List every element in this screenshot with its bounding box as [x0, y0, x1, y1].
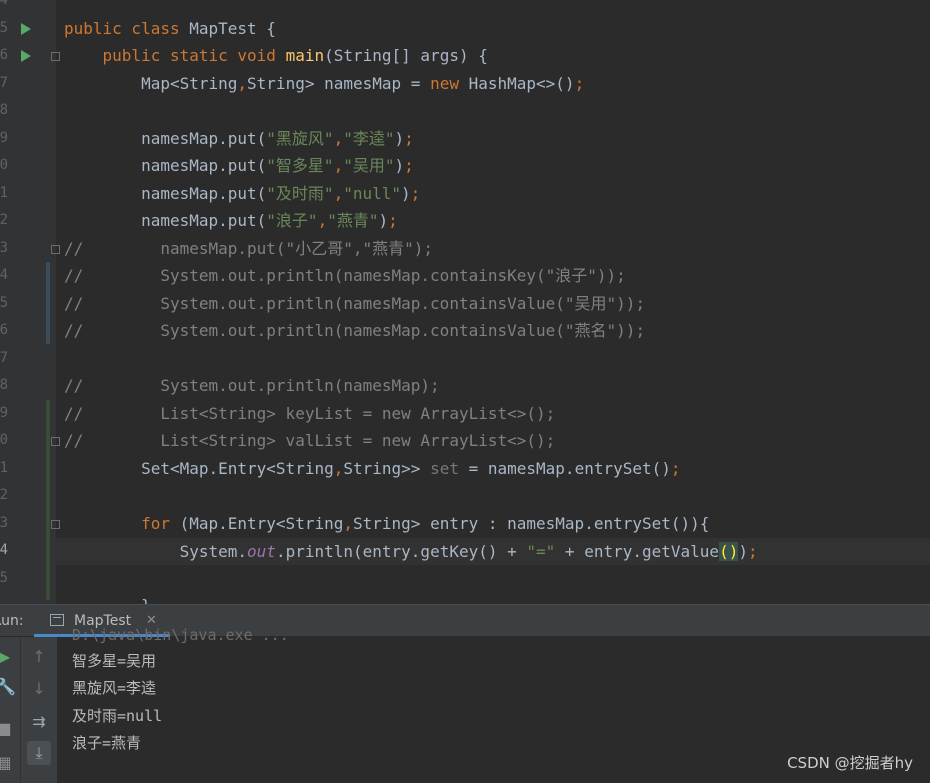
code-line: public static void main(String[] args) {: [102, 46, 488, 65]
line-number: 4: [0, 267, 8, 283]
line-number: 0: [0, 432, 8, 448]
line-number: 5: [0, 20, 8, 36]
run-label: Run:: [0, 613, 24, 629]
scroll-down-icon[interactable]: ↓: [29, 679, 49, 699]
code-line: namesMap.put("及时雨","null");: [64, 184, 421, 203]
fold-icon[interactable]: [51, 437, 60, 446]
fold-icon[interactable]: [51, 245, 60, 254]
run-class-icon[interactable]: [21, 23, 31, 35]
run-console[interactable]: ▶ 🔧 ■ ▦ ↑ ↓ ⇉ ⤓ D:\java\bin\java.exe ...…: [0, 626, 930, 783]
code-line: Set<Map.Entry<String,String>> set = name…: [64, 459, 681, 478]
code-line: for (Map.Entry<String,String> entry : na…: [141, 514, 710, 533]
line-number: 6: [0, 322, 8, 338]
console-command-line: D:\java\bin\java.exe ...: [72, 626, 289, 644]
code-line: namesMap.put("黑旋风","李逵");: [64, 129, 414, 148]
line-number: 3: [0, 240, 8, 256]
line-number: 5: [0, 570, 8, 586]
console-output-line: 黑旋风=李逵: [72, 679, 157, 697]
line-number: 8: [0, 102, 8, 118]
line-number: 5: [0, 295, 8, 311]
watermark: CSDN @挖掘者hy: [787, 754, 913, 772]
line-number: 2: [0, 487, 8, 503]
console-output-line: 浪子=燕青: [72, 734, 142, 752]
comment-line: // System.out.println(namesMap.containsV…: [64, 294, 646, 313]
line-number: 8: [0, 377, 8, 393]
comment-line: // List<String> valList = new ArrayList<…: [64, 431, 556, 450]
line-number: 0: [0, 157, 8, 173]
line-number: 7: [0, 75, 8, 91]
modified-lines-marker[interactable]: [46, 262, 50, 344]
line-number: 4: [0, 0, 8, 8]
scroll-to-end-icon[interactable]: ⤓: [27, 741, 51, 765]
code-line-current: System.out.println(entry.getKey() + "=" …: [64, 541, 758, 561]
code-line: }: [64, 592, 151, 604]
fold-icon[interactable]: [51, 520, 60, 529]
comment-line: // System.out.println(namesMap.containsK…: [64, 266, 626, 285]
wrench-icon[interactable]: 🔧: [0, 677, 16, 697]
run-toolbar-left: ▶ 🔧 ■ ▦: [0, 637, 20, 783]
comment-line: // System.out.println(namesMap);: [64, 376, 440, 395]
run-toolbar-right: ↑ ↓ ⇉ ⤓: [20, 637, 57, 783]
line-number: 3: [0, 515, 8, 531]
scroll-up-icon[interactable]: ↑: [29, 647, 49, 667]
code-line: namesMap.put("浪子","燕青");: [64, 211, 398, 230]
console-icon: [50, 614, 64, 626]
console-output-line: 智多星=吴用: [72, 652, 157, 670]
code-editor[interactable]: 4 5 6 7 8 9 0 1 2 3 4 5 6 7 8 9 0 1 2 3 …: [0, 0, 930, 604]
stop-icon[interactable]: ■: [0, 719, 12, 739]
line-number: 2: [0, 212, 8, 228]
gutter: 4 5 6 7 8 9 0 1 2 3 4 5 6 7 8 9 0 1 2 3 …: [0, 0, 60, 604]
console-output-line: 及时雨=null: [72, 707, 163, 725]
comment-line: // namesMap.put("小乙哥","燕青");: [64, 239, 433, 258]
code-line: Map<String,String> namesMap = new HashMa…: [64, 74, 585, 93]
fold-icon[interactable]: [51, 52, 60, 61]
comment-line: // System.out.println(namesMap.containsV…: [64, 321, 646, 340]
code-line: namesMap.put("智多星","吴用");: [64, 156, 414, 175]
code-line: public class MapTest {: [64, 19, 276, 38]
line-number: 7: [0, 350, 8, 366]
line-number: 9: [0, 130, 8, 146]
line-number: 1: [0, 460, 8, 476]
comment-line: // List<String> keyList = new ArrayList<…: [64, 404, 556, 423]
line-number: 4: [0, 542, 8, 558]
line-number: 9: [0, 405, 8, 421]
soft-wrap-icon[interactable]: ⇉: [29, 712, 49, 732]
line-number: 6: [0, 47, 8, 63]
line-number: 1: [0, 185, 8, 201]
added-lines-marker[interactable]: [46, 400, 50, 600]
camera-icon[interactable]: ▦: [0, 753, 12, 773]
run-main-icon[interactable]: [21, 50, 31, 62]
rerun-icon[interactable]: ▶: [0, 647, 12, 667]
